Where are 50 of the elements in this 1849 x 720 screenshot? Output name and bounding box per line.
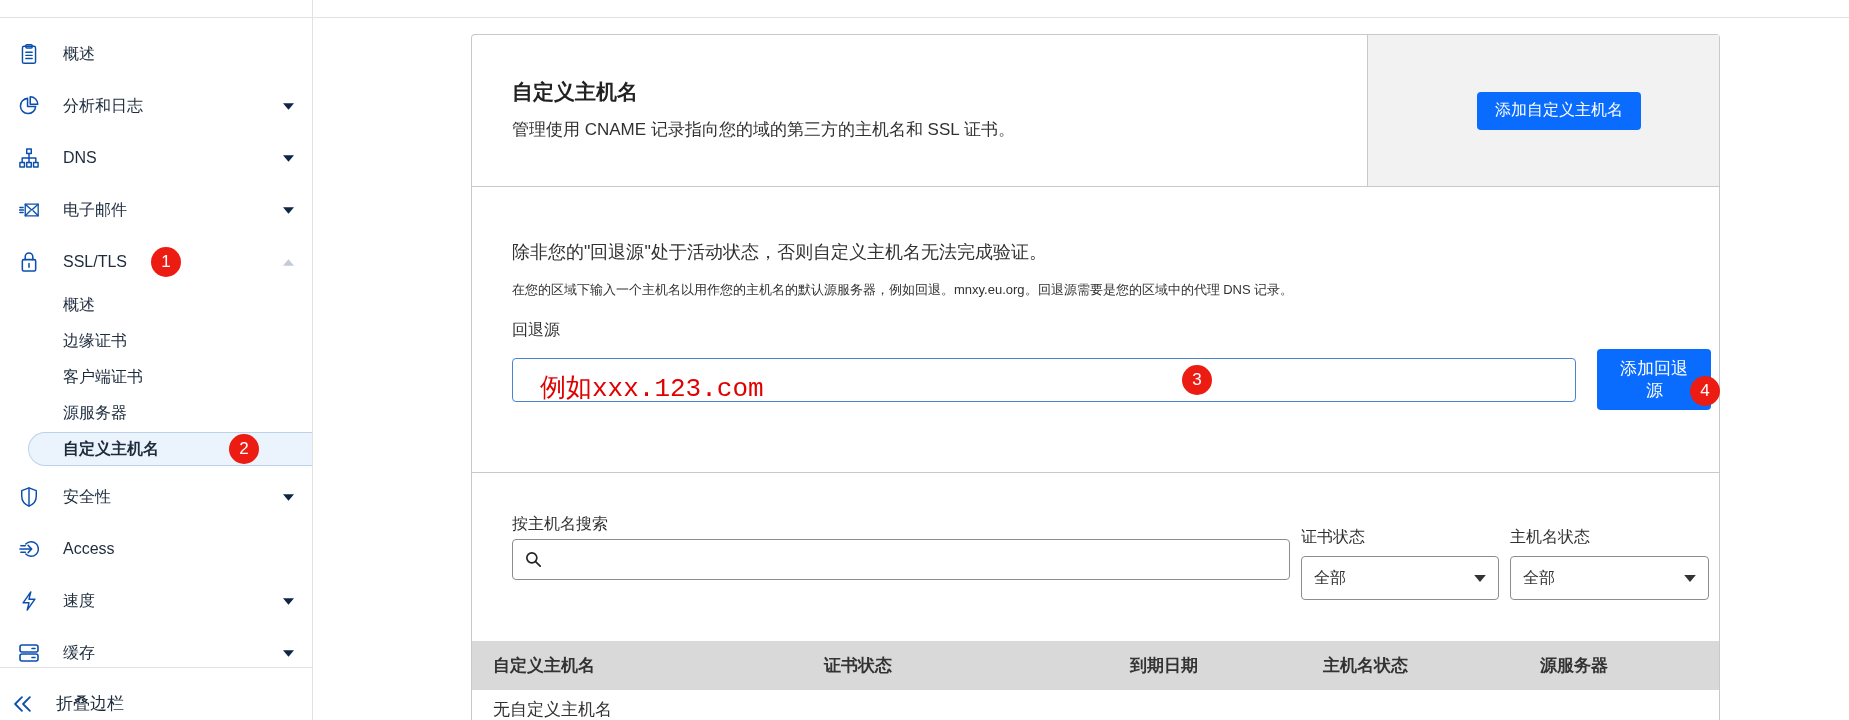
arrow-into-circle-icon [19,539,39,559]
sidebar-subitem[interactable]: 自定义主机名 2 [28,432,312,466]
sidebar-subitem[interactable]: 边缘证书 [28,324,312,358]
annotation-marker: 1 [151,247,182,277]
pie-chart-icon [19,96,39,116]
warning-text: 除非您的"回退源"处于活动状态，否则自定义主机名无法完成验证。 [512,241,1048,264]
sidebar-subitem[interactable]: 源服务器 [28,396,312,430]
sidebar-item[interactable]: 安全性 [0,471,312,523]
column-header: 主机名状态 [1323,655,1409,677]
shield-icon [19,487,39,507]
search-icon [526,552,541,567]
storage-drive-icon [19,643,39,663]
column-header: 到期日期 [1130,655,1199,677]
sidebar-item[interactable]: 概述 [0,28,312,80]
sidebar-item[interactable]: 缓存 [0,627,312,667]
select-label: 主机名状态 [1510,528,1591,546]
empty-state-text: 无自定义主机名 [492,699,613,720]
field-label: 回退源 [512,320,561,340]
help-text: 在您的区域下输入一个主机名以用作您的主机名的默认源服务器，例如回退。mnxy.eu.org。回退源需要是您的区域中的代理 DNS 记录。 [512,281,1295,299]
sitemap-icon [19,148,39,168]
sidebar-item[interactable]: DNS [0,132,312,184]
sidebar-item[interactable]: SSL/TLS 1 [0,236,312,288]
sidebar-subitem[interactable]: 客户端证书 [28,360,312,394]
column-header: 源服务器 [1540,655,1609,677]
sidebar-item[interactable]: Access [0,523,312,575]
search-field[interactable] [512,539,1290,580]
sidebar-item[interactable]: 速度 [0,575,312,627]
lock-icon [19,252,39,272]
annotation-note: 例如xxx.123.com [540,373,764,404]
sidebar-item[interactable]: 分析和日志 [0,80,312,132]
caret-icon [1684,574,1696,582]
sidebar-item[interactable]: 电子邮件 [0,184,312,236]
annotation-marker: 4 [1690,376,1720,406]
caret-icon [1474,574,1486,582]
fallback-origin-input[interactable] [512,357,1576,402]
add-custom-hostname-button[interactable]: 添加自定义主机名 [1476,91,1641,130]
status-select[interactable]: 全部 [1510,556,1709,600]
lightning-bolt-icon [19,591,39,611]
double-chevron-left-icon [14,696,31,712]
select-label: 证书状态 [1301,528,1366,546]
status-select[interactable]: 全部 [1301,556,1499,600]
column-header: 自定义主机名 [493,655,596,677]
collapse-sidebar-button[interactable]: 折叠边栏 [14,693,124,715]
column-header: 证书状态 [824,655,893,677]
sidebar-subitem[interactable]: 概述 [28,288,312,322]
search-label: 按主机名搜索 [512,515,609,533]
page-title: 自定义主机名 [512,79,639,105]
page-description: 管理使用 CNAME 记录指向您的域的第三方的主机名和 SSL 证书。 [512,119,1016,141]
annotation-marker: 2 [229,434,259,464]
clipboard-icon [19,44,39,64]
